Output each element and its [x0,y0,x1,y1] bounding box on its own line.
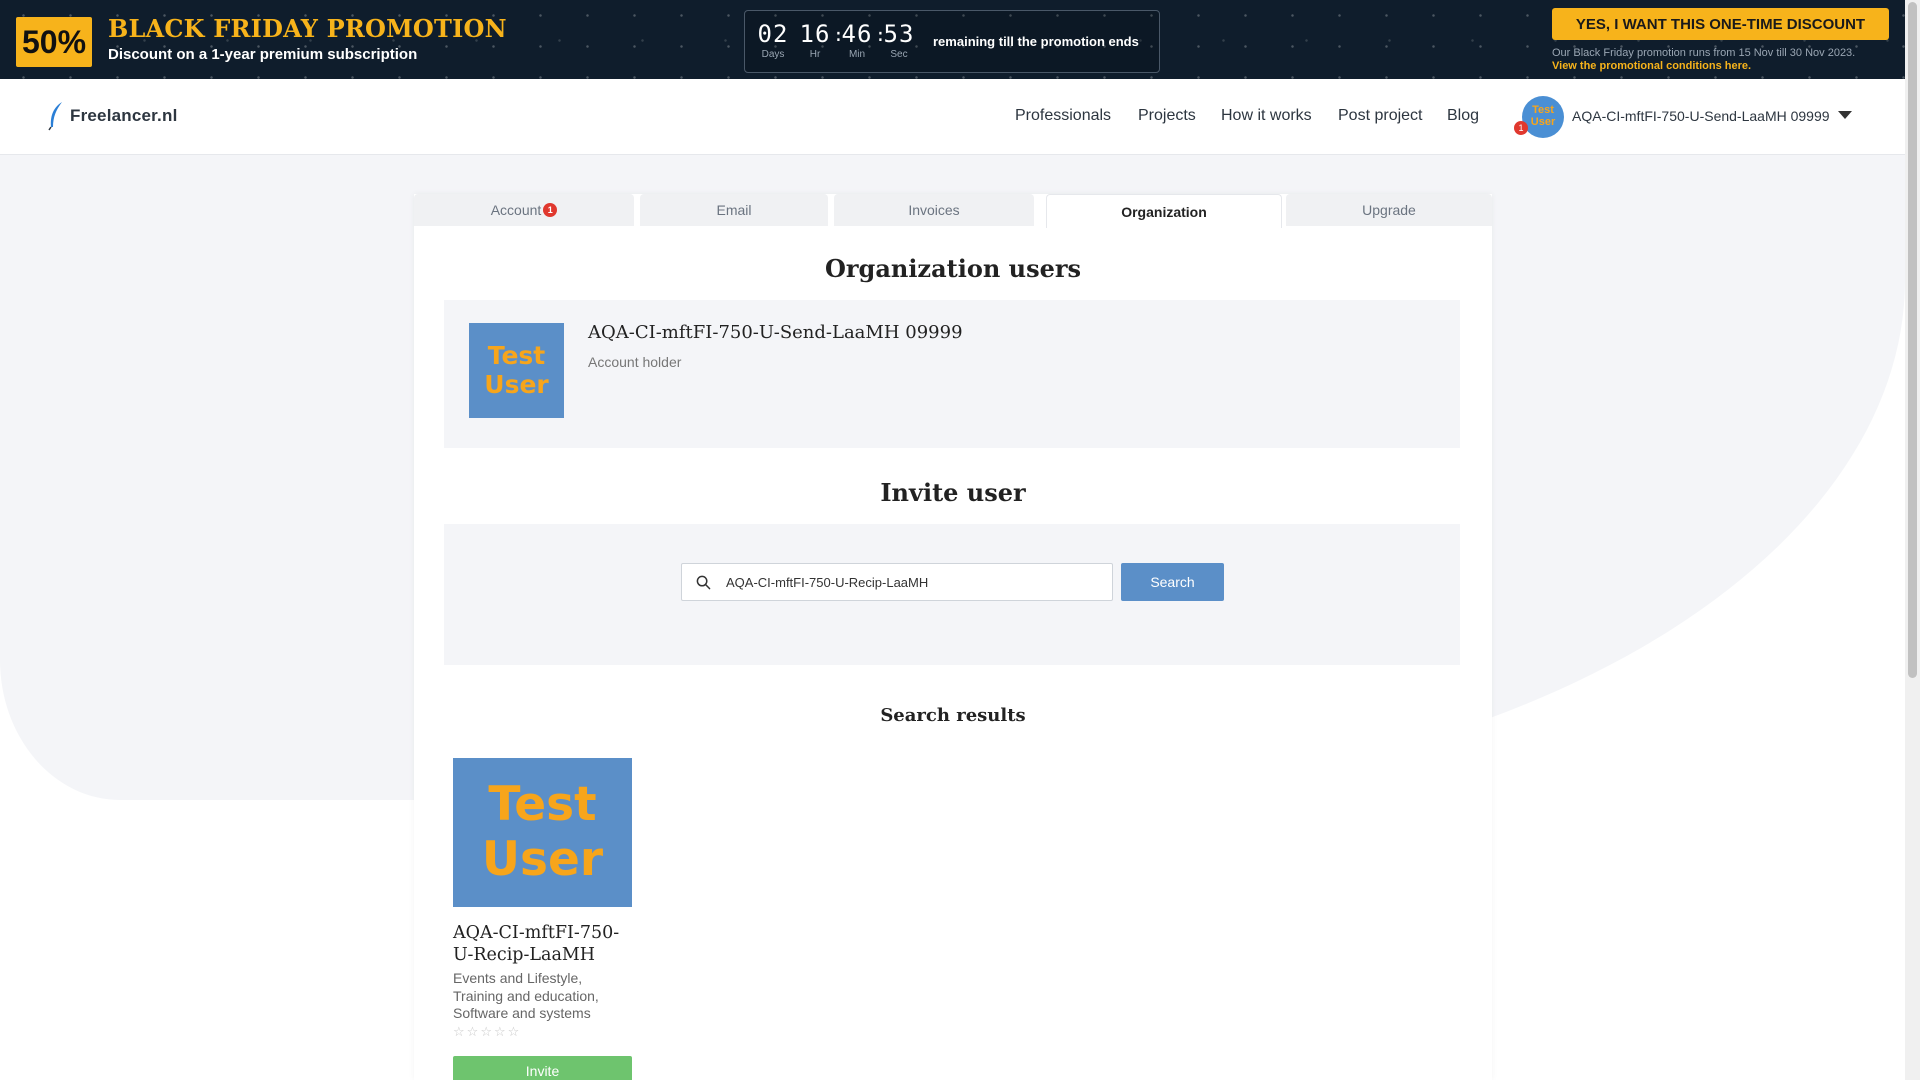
countdown-hours: 16 Hr [797,21,833,60]
feather-logo-icon [48,102,62,131]
nav-projects[interactable]: Projects [1138,107,1196,125]
user-avatar[interactable]: Test User [1522,96,1564,138]
tab-email-label: Email [716,202,752,218]
promo-banner: 50% BLACK FRIDAY PROMOTION Discount on a… [0,0,1905,79]
countdown-days: 02 Days [755,21,791,60]
organization-user-role: Account holder [588,354,682,370]
organization-users-heading: Organization users [824,254,1082,283]
site-logo[interactable]: Freelancer.nl [46,101,178,131]
star-outline-icon: ☆ [453,1025,465,1040]
user-search-field[interactable] [681,563,1113,601]
star-outline-icon: ☆ [507,1025,520,1040]
star-outline-icon: ☆ [493,1025,506,1040]
tab-organization[interactable]: Organization [1046,194,1282,228]
logo-text: Freelancer.nl [70,106,178,125]
promo-subtitle: Discount on a 1-year premium subscriptio… [108,46,418,63]
tab-invoices[interactable]: Invoices [834,194,1034,226]
user-avatar-text: Test [1532,104,1554,116]
promo-discount-badge: 50% [16,17,92,67]
countdown-seconds: 53 Sec [881,21,917,60]
countdown-hours-value: 16 [799,20,831,48]
user-avatar-text: User [1530,116,1556,128]
tab-upgrade-label: Upgrade [1362,202,1416,218]
avatar-text: Test [488,777,597,833]
search-results-heading: Search results [880,705,1026,726]
tab-account-label: Account [490,202,542,218]
avatar-text: User [484,369,549,399]
invite-button[interactable]: Invite [453,1056,632,1080]
nav-blog[interactable]: Blog [1447,107,1479,125]
nav-post-project[interactable]: Post project [1338,107,1422,125]
tab-email[interactable]: Email [640,194,828,226]
nav-professionals[interactable]: Professionals [1015,107,1111,125]
search-icon [696,575,711,590]
promo-cta-button[interactable]: YES, I WANT THIS ONE-TIME DISCOUNT [1552,8,1889,40]
countdown-days-value: 02 [757,20,789,48]
countdown-text: remaining till the promotion ends [933,34,1139,49]
countdown-days-label: Days [761,49,785,60]
promo-countdown: 02 Days 16 Hr : 46 Min : 53 Sec remainin… [744,10,1160,73]
page-scrollbar-thumb[interactable] [1908,2,1917,678]
organization-user-name: AQA-CI-mftFI-750-U-Send-LaaMH 09999 [588,322,963,343]
tab-upgrade[interactable]: Upgrade [1286,194,1492,226]
countdown-hours-label: Hr [809,49,821,60]
user-search-input[interactable] [726,564,1106,600]
promo-note: Our Black Friday promotion runs from 15 … [1552,47,1897,73]
tab-organization-label: Organization [1121,203,1207,220]
nav-how-it-works[interactable]: How it works [1221,107,1312,125]
user-name[interactable]: AQA-CI-mftFI-750-U-Send-LaaMH 09999 [1572,108,1830,124]
star-outline-icon: ☆ [480,1025,492,1040]
invite-user-heading: Invite user [880,478,1026,507]
promo-note-text: Our Black Friday promotion runs from 15 … [1552,47,1856,59]
star-outline-icon: ☆ [466,1025,479,1040]
countdown-minutes-value: 46 [841,20,873,48]
promo-conditions-link[interactable]: View the promotional conditions here. [1552,60,1897,73]
countdown-minutes: 46 Min [839,21,875,60]
result-user-name[interactable]: AQA-CI-mftFI-750-U-Recip-LaaMH [453,922,638,966]
chevron-down-icon[interactable] [1838,111,1852,119]
tab-account[interactable]: Account 1 [414,194,634,226]
notification-badge: 1 [1514,121,1528,135]
countdown-minutes-label: Min [848,49,866,60]
countdown-seconds-label: Sec [890,49,908,60]
site-header: Freelancer.nl Professionals Projects How… [0,79,1905,155]
avatar-text: Test [487,340,546,370]
countdown-seconds-value: 53 [883,20,915,48]
result-user-categories: Events and Lifestyle, Training and educa… [453,970,599,1021]
search-button[interactable]: Search [1121,563,1224,601]
promo-title: BLACK FRIDAY PROMOTION [108,14,507,43]
organization-user-avatar: Test User [469,323,564,418]
tab-invoices-label: Invoices [908,202,960,218]
result-user-avatar[interactable]: Test User [453,758,632,907]
tab-account-badge: 1 [543,203,558,217]
result-user-rating: ☆ ☆ ☆ ☆ ☆ [453,1025,521,1040]
avatar-text: User [481,831,604,887]
